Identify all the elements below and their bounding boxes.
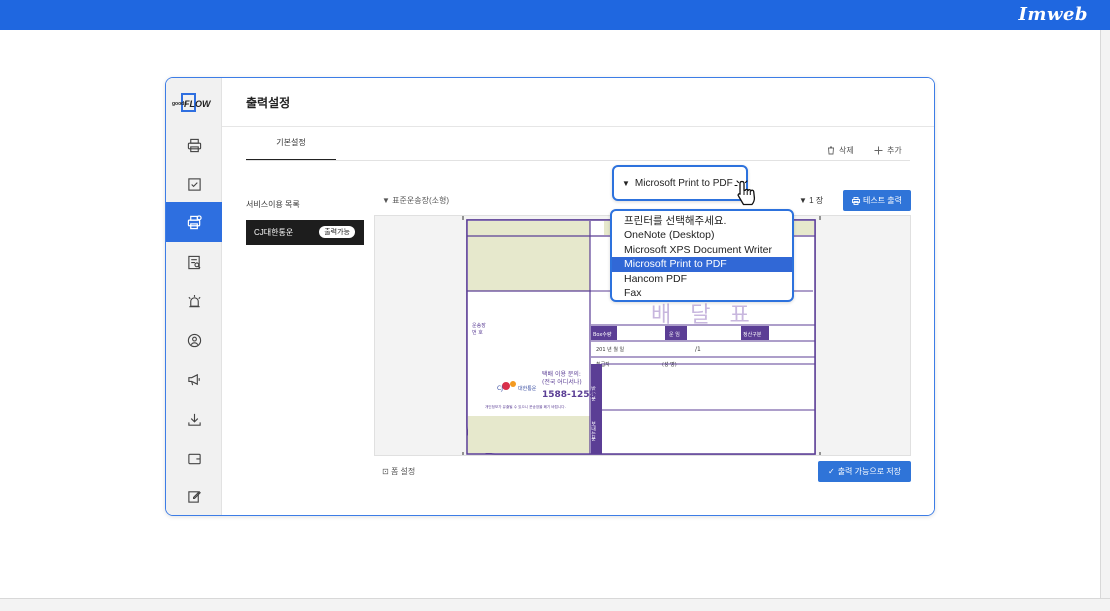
alarm-icon bbox=[187, 294, 201, 307]
settings-icon: ⊡ bbox=[382, 467, 389, 476]
freight-label: 운 임 bbox=[669, 331, 680, 338]
hand-pointer-icon bbox=[734, 180, 756, 206]
sidebar-item-print-settings[interactable] bbox=[166, 202, 222, 242]
printer-option-fax[interactable]: Fax bbox=[612, 286, 792, 300]
plus-icon bbox=[874, 146, 883, 155]
date-field: 201 년 월 일 bbox=[596, 346, 625, 353]
app-window: goods FLOW 출력설정 기본설정 삭제 추가 서비스이용 목록 CJ대한… bbox=[165, 77, 935, 516]
form-settings-label: 폼 설정 bbox=[390, 467, 416, 476]
status-badge: 출력가능 bbox=[319, 226, 355, 238]
printer-icon bbox=[187, 138, 201, 152]
payment-label: 정산구분 bbox=[743, 331, 762, 338]
sidebar-item-edit[interactable] bbox=[166, 476, 222, 515]
sidebar-item-user[interactable] bbox=[166, 320, 222, 360]
save-label: 출력 가능으로 저장 bbox=[837, 467, 902, 476]
page-title: 출력설정 bbox=[246, 96, 291, 110]
test-print-label: 테스트 출력 bbox=[862, 196, 903, 205]
main-panel: 출력설정 기본설정 삭제 추가 서비스이용 목록 CJ대한통운 출력가능 ▼ 표… bbox=[222, 78, 934, 515]
template-label: 표준운송장(소형) bbox=[392, 196, 450, 205]
document-search-icon bbox=[187, 255, 201, 269]
service-name: CJ대한통운 bbox=[254, 228, 294, 237]
caret-down-icon: ▼ bbox=[622, 178, 630, 188]
sidebar-item-document-search[interactable] bbox=[166, 242, 222, 282]
printer-option-print-to-pdf[interactable]: Microsoft Print to PDF bbox=[612, 257, 792, 272]
caret-down-icon: ▼ bbox=[382, 196, 390, 205]
ship-no-label: 운송장 bbox=[472, 322, 486, 329]
frame-bottom bbox=[0, 598, 1110, 611]
service-item[interactable]: CJ대한통운 출력가능 bbox=[246, 220, 364, 245]
sidebar-item-crop[interactable] bbox=[166, 164, 222, 204]
template-select[interactable]: ▼ 표준운송장(소형) bbox=[382, 195, 449, 206]
frame-edge bbox=[1100, 30, 1110, 611]
sign-mark: /1 bbox=[695, 346, 701, 353]
sender-label: 보내는분 bbox=[590, 421, 596, 441]
call-sub: (전국 어디서나) bbox=[542, 378, 582, 386]
form-settings-button[interactable]: ⊡ 폼 설정 bbox=[382, 466, 415, 477]
tab-basic-settings[interactable]: 기본설정 bbox=[246, 137, 336, 161]
sidebar: goods FLOW bbox=[166, 78, 222, 515]
waybill-title: 배 달 표 bbox=[651, 303, 756, 328]
delete-label: 삭제 bbox=[839, 146, 854, 155]
printer-icon bbox=[852, 196, 860, 205]
save-printable-button[interactable]: ✓ 출력 가능으로 저장 bbox=[818, 461, 911, 482]
download-icon bbox=[187, 413, 201, 426]
delete-button[interactable]: 삭제 bbox=[827, 145, 854, 156]
printer-dropdown: 프린터를 선택해주세요. OneNote (Desktop) Microsoft… bbox=[610, 209, 794, 302]
megaphone-icon bbox=[187, 373, 200, 385]
printer-select[interactable]: ▼ Microsoft Print to PDF bbox=[612, 165, 748, 201]
logo-text: FLOW bbox=[184, 99, 211, 109]
printer-option-hancom-pdf[interactable]: Hancom PDF bbox=[612, 272, 792, 286]
printer-option-onenote[interactable]: OneNote (Desktop) bbox=[612, 228, 792, 242]
sidebar-item-alarm[interactable] bbox=[166, 281, 222, 321]
brand-logo: Imweb bbox=[1018, 4, 1088, 25]
printer-option-xps[interactable]: Microsoft XPS Document Writer bbox=[612, 243, 792, 257]
cj-logo-text: CJ bbox=[497, 385, 503, 392]
wallet-icon bbox=[187, 453, 201, 464]
trash-icon bbox=[828, 146, 834, 155]
copies-select[interactable]: ▼ 1 장 bbox=[799, 195, 823, 206]
cj-brand-name: 대한통운 bbox=[518, 385, 537, 392]
printer-option-placeholder[interactable]: 프린터를 선택해주세요. bbox=[612, 214, 792, 228]
edit-icon bbox=[187, 490, 201, 503]
add-button[interactable]: 추가 bbox=[874, 145, 902, 156]
service-list-label: 서비스이용 목록 bbox=[246, 200, 300, 209]
hand-pointer-cursor bbox=[734, 179, 760, 212]
tab-divider bbox=[246, 160, 910, 161]
top-banner: Imweb bbox=[0, 0, 1110, 30]
box-qty-label: Box수량 bbox=[593, 331, 612, 338]
print-settings-icon bbox=[187, 214, 202, 229]
add-label: 추가 bbox=[887, 146, 902, 155]
sidebar-item-megaphone[interactable] bbox=[166, 359, 222, 399]
printer-selected-label: Microsoft Print to PDF bbox=[634, 177, 733, 189]
crop-icon bbox=[187, 177, 201, 191]
sidebar-item-printer[interactable] bbox=[166, 125, 222, 165]
privacy-notice: 개인정보가 유출될 수 있으니 운송장을 폐기 바랍니다. bbox=[485, 404, 566, 409]
sidebar-item-wallet[interactable] bbox=[166, 438, 222, 478]
sidebar-item-download[interactable] bbox=[166, 399, 222, 439]
call-number: 1588-1255 bbox=[542, 390, 596, 400]
copies-label: 1 장 bbox=[809, 196, 824, 205]
caret-down-icon: ▼ bbox=[799, 196, 807, 205]
test-print-button[interactable]: 테스트 출력 bbox=[843, 190, 911, 211]
header-divider bbox=[222, 126, 934, 127]
call-label: 택배 이용 문의: bbox=[542, 370, 581, 378]
user-icon bbox=[187, 333, 201, 347]
ship-no-label-2: 번 호 bbox=[472, 329, 483, 336]
app-logo[interactable]: goods FLOW bbox=[172, 93, 216, 115]
check-icon: ✓ bbox=[827, 467, 835, 476]
